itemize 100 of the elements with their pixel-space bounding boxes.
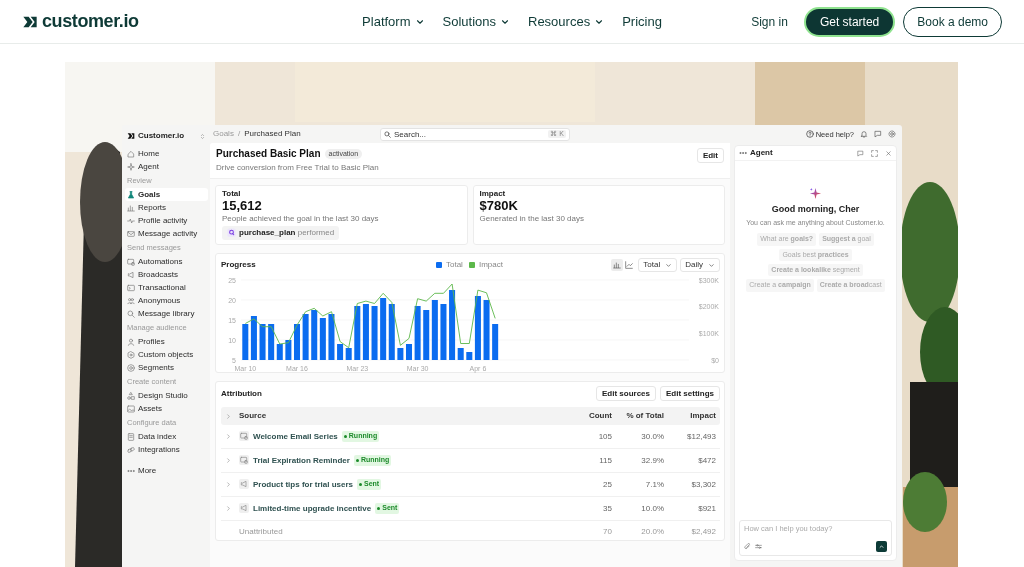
expand-button[interactable] — [871, 149, 878, 157]
sidebar-item[interactable]: Automations — [125, 255, 208, 268]
interval-dropdown[interactable]: Daily — [680, 258, 720, 272]
chevron-right-icon — [225, 412, 232, 420]
source-link[interactable]: Product tips for trial users — [253, 479, 354, 490]
sidebar-item[interactable]: Profiles — [125, 335, 208, 348]
up-down-caret-icon — [199, 132, 206, 140]
stat-caption: Generated in the last 30 days — [479, 213, 585, 224]
settings-button[interactable] — [888, 130, 896, 138]
sidebar-item[interactable]: Message activity — [125, 227, 208, 240]
chat-button[interactable] — [874, 130, 882, 138]
get-started-button[interactable]: Get started — [803, 6, 896, 37]
chat-button[interactable] — [857, 149, 864, 157]
megaphone-icon — [127, 270, 135, 279]
table-cell-text: $472 — [697, 455, 717, 466]
table-cell-text: $12,493 — [686, 431, 717, 442]
send-button[interactable] — [876, 541, 887, 552]
megaphone-icon — [239, 479, 249, 490]
sidebar-item[interactable]: Transactional — [125, 281, 208, 294]
chevron-right-icon — [225, 457, 232, 464]
book-demo-button[interactable]: Book a demo — [903, 6, 1002, 37]
chevron-right-icon — [225, 505, 232, 512]
source-link[interactable]: Welcome Email Series — [253, 431, 338, 442]
pulse-icon — [127, 216, 135, 225]
sidebar-item[interactable]: Anonymous — [125, 294, 208, 307]
goal-description: Drive conversion from Free Trial to Basic Plan — [216, 163, 379, 173]
header-button[interactable]: Edit settings — [660, 386, 720, 401]
nav-link[interactable]: Pricing — [613, 11, 671, 32]
sidebar-item[interactable]: Agent — [125, 160, 208, 173]
sparkle-icon — [127, 162, 135, 171]
source-link[interactable]: Trial Expiration Reminder — [253, 455, 350, 466]
sidebar-item[interactable]: Goals — [125, 188, 208, 201]
table-cell-text: 10.0% — [640, 503, 665, 514]
logo-icon — [127, 132, 135, 140]
hexagon-icon — [127, 350, 135, 359]
sidebar-item[interactable]: Assets — [125, 402, 208, 415]
bell-button[interactable] — [860, 130, 868, 138]
close-button[interactable] — [885, 149, 892, 157]
view-toggle[interactable] — [611, 259, 624, 271]
logo-link[interactable]: customer.io — [22, 8, 139, 35]
goal-title: Purchased Basic Plan — [216, 148, 321, 160]
sidebar-item[interactable]: Reports — [125, 201, 208, 214]
chart-bar — [328, 314, 335, 360]
paperclip-button[interactable] — [744, 543, 751, 550]
chart-bar — [492, 324, 499, 360]
window-icon — [239, 455, 249, 466]
table-cell-text: $921 — [697, 503, 717, 514]
chart-bar — [294, 324, 300, 360]
search-icon — [127, 309, 135, 318]
sign-in-link[interactable]: Sign in — [751, 12, 788, 31]
target-icon — [127, 363, 135, 372]
more-icon — [739, 149, 747, 157]
expand-icon — [871, 149, 878, 157]
sidebar-item[interactable]: More — [125, 464, 208, 477]
table-cell-text: $3,302 — [690, 479, 717, 490]
nav-dropdown[interactable]: Solutions — [433, 11, 519, 32]
stat-value: $780K — [479, 198, 519, 214]
search-icon — [384, 130, 391, 138]
sidebar-item[interactable]: Broadcasts — [125, 268, 208, 281]
edit-button[interactable]: Edit — [696, 148, 724, 163]
image-icon — [127, 404, 135, 413]
sidebar-item[interactable]: Custom objects — [125, 348, 208, 361]
sidebar-item[interactable]: Integrations — [125, 443, 208, 456]
chart-bar — [397, 348, 404, 360]
window-icon — [239, 431, 249, 442]
breadcrumb-current: Purchased Plan — [244, 129, 301, 139]
stat-label: Impact — [479, 189, 507, 199]
shapes-icon — [127, 391, 135, 400]
sidebar-item[interactable]: Design Studio — [125, 389, 208, 402]
view-toggle[interactable] — [623, 259, 636, 271]
sidebar-item[interactable]: Home — [125, 147, 208, 160]
chat-icon — [857, 149, 864, 157]
terminal-icon — [127, 283, 135, 292]
source-link[interactable]: Limited-time upgrade incentive — [253, 503, 372, 514]
house-icon — [127, 149, 135, 158]
sidebar-item[interactable]: Message library — [125, 307, 208, 320]
workspace-switcher[interactable]: Customer.io — [125, 129, 208, 143]
chart-bar — [440, 304, 447, 360]
breadcrumb-separator: / — [237, 129, 241, 139]
legend-label: Impact — [478, 260, 503, 270]
sliders-button[interactable] — [755, 543, 762, 550]
nav-dropdown[interactable]: Resources — [519, 11, 614, 32]
sidebar-item[interactable]: Data index — [125, 430, 208, 443]
chart-bar — [414, 306, 421, 360]
nav-dropdown[interactable]: Platform — [353, 11, 434, 32]
metric-dropdown[interactable]: Total — [638, 258, 678, 272]
stat-caption: People achieved the goal in the last 30 days — [222, 213, 380, 224]
header-button[interactable]: Edit sources — [595, 386, 656, 401]
table-cell-text: 115 — [598, 455, 613, 466]
card-title: Progress — [221, 260, 257, 270]
sidebar-item[interactable]: Profile activity — [125, 214, 208, 227]
table-cell-text: 35 — [602, 503, 613, 514]
settings-icon — [888, 130, 896, 138]
search-input[interactable]: Search... — [394, 128, 546, 140]
sidebar-item[interactable]: Segments — [125, 361, 208, 374]
stat-value: 15,612 — [222, 198, 263, 214]
chart-bar — [259, 324, 266, 360]
table-cell-text: 7.1% — [644, 479, 665, 490]
person-icon — [127, 337, 135, 346]
chevron-down-icon — [665, 261, 673, 269]
